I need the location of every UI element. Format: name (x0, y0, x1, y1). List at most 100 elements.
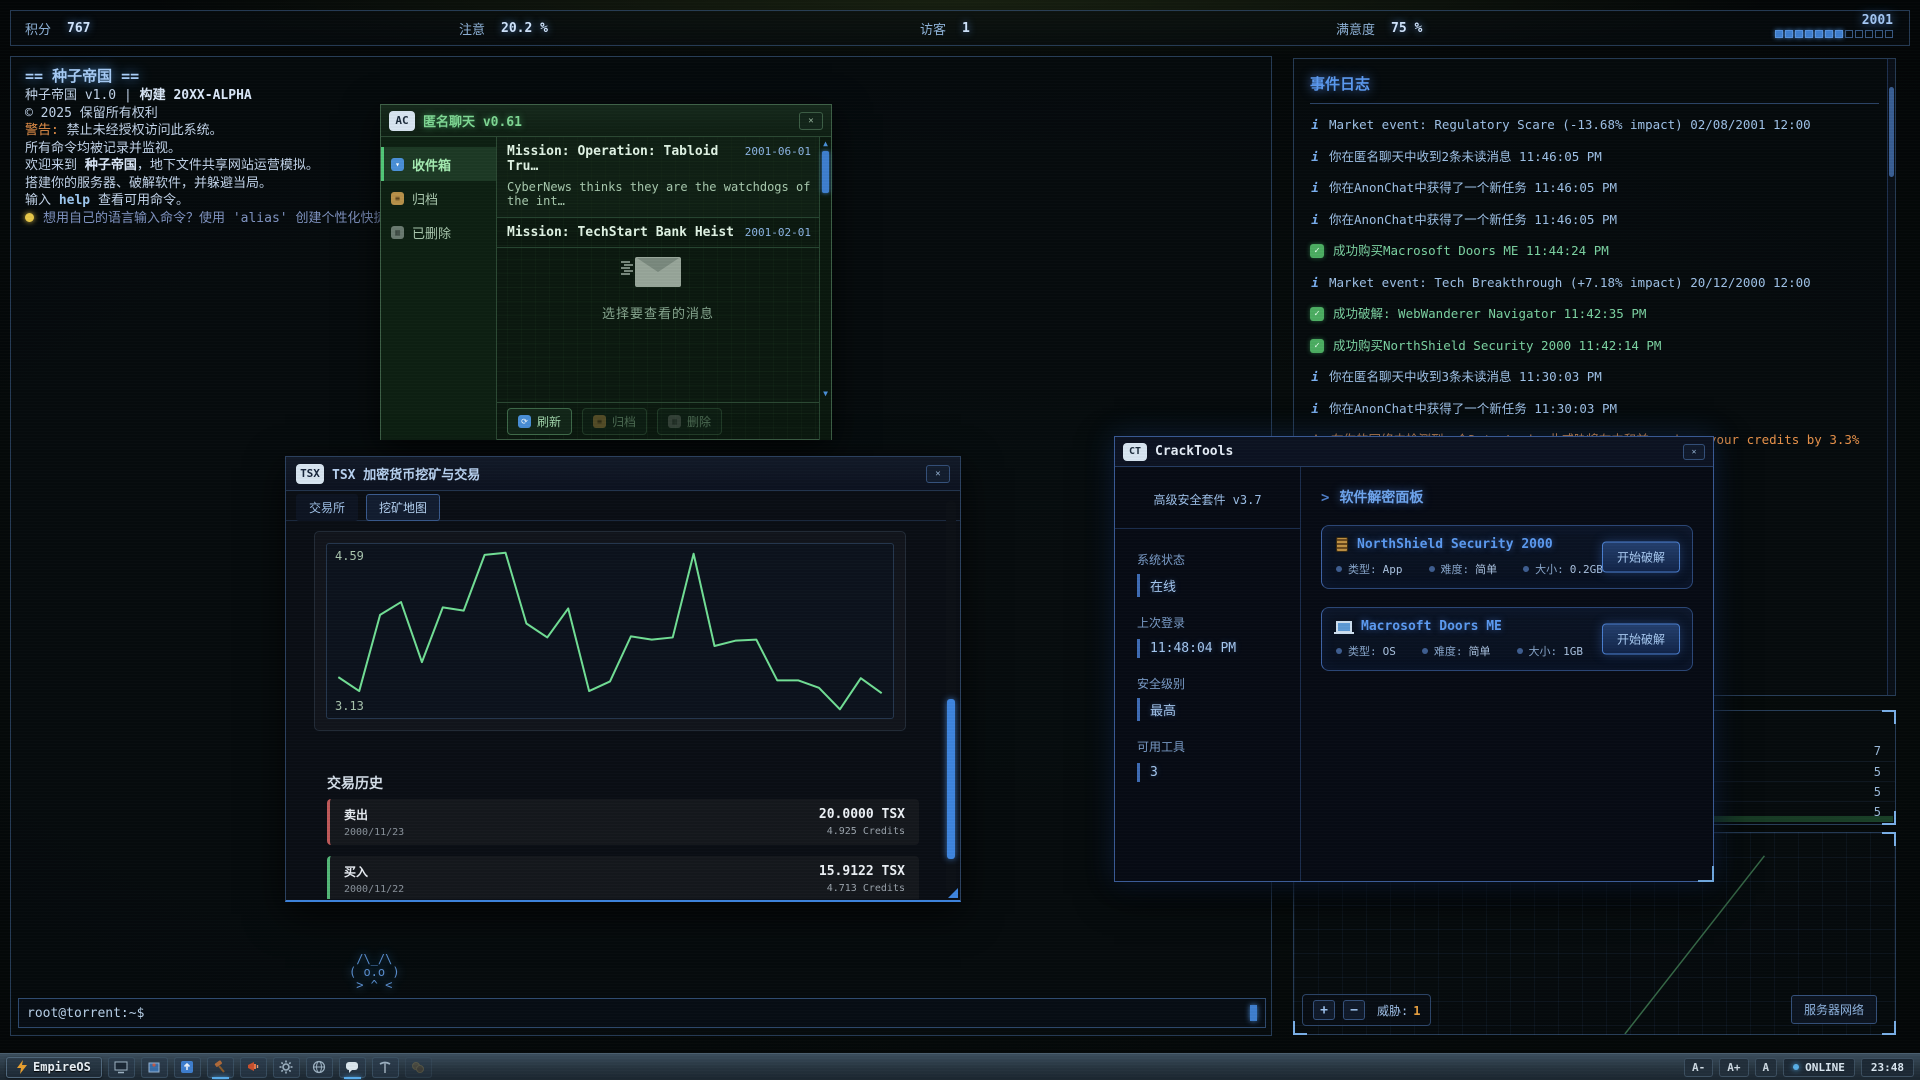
progress-block (1835, 30, 1843, 38)
scroll-down-icon[interactable]: ▼ (820, 389, 831, 398)
network-globe-icon[interactable] (306, 1057, 333, 1078)
archive-button[interactable]: ≡ 归档 (582, 408, 647, 435)
decrypt-panel: >软件解密面板 NorthShield Security 2000 类型:App… (1301, 467, 1713, 881)
close-icon[interactable]: ✕ (1683, 444, 1705, 460)
finance-coins-icon[interactable] (405, 1057, 432, 1078)
zoom-in-button[interactable]: + (1313, 1000, 1335, 1020)
progress-block (1815, 30, 1823, 38)
build-hammer-icon[interactable] (207, 1057, 234, 1078)
tsx-titlebar[interactable]: TSX TSX 加密货币挖矿与交易 ✕ (286, 457, 960, 491)
progress-block (1875, 30, 1883, 38)
store-monitor-icon[interactable] (108, 1057, 135, 1078)
log-entry-text: 成功购买NorthShield Security 2000 11:42:14 P… (1333, 338, 1661, 354)
game-title: == 种子帝国 == (25, 65, 412, 87)
progress-block (1855, 30, 1863, 38)
log-entry-text: 你在匿名聊天中收到2条未读消息 11:46:05 PM (1329, 149, 1602, 165)
cracktools-title: CrackTools (1155, 444, 1233, 459)
sidebar-item-deleted[interactable]: ▥ 已删除 (381, 215, 496, 249)
message-list-item[interactable]: Mission: Operation: Tabloid Tru… 2001-06… (497, 137, 831, 218)
anonchat-titlebar[interactable]: AC 匿名聊天 v0.61 ✕ (381, 105, 831, 137)
tsx-price-chart: 4.59 3.13 (326, 543, 894, 719)
scroll-thumb[interactable] (1889, 87, 1894, 177)
start-crack-button[interactable]: 开始破解 (1602, 624, 1680, 655)
network-zoom-controls: + − 威胁:1 (1302, 994, 1431, 1026)
stat-attention: 注意 20.2 % (459, 11, 548, 45)
clock: 23:48 (1861, 1058, 1914, 1077)
font-increase-button[interactable]: A+ (1719, 1058, 1748, 1077)
close-icon[interactable]: ✕ (799, 112, 823, 130)
log-entry-text: 成功购买Macrosoft Doors ME 11:44:24 PM (1333, 243, 1609, 259)
anonchat-window: AC 匿名聊天 v0.61 ✕ ▾ 收件箱 ≡ 归档 ▥ 已删除 Mission… (380, 104, 832, 440)
log-entry-text: Market event: Regulatory Scare (-13.68% … (1329, 117, 1811, 133)
start-crack-button[interactable]: 开始破解 (1602, 542, 1680, 573)
start-menu-button[interactable]: EmpireOS (6, 1057, 102, 1078)
price-line (327, 544, 893, 718)
tab-exchange[interactable]: 交易所 (296, 494, 358, 521)
anonchat-title: 匿名聊天 v0.61 (423, 111, 522, 130)
info-icon: i (1310, 275, 1320, 291)
cracktools-titlebar[interactable]: CT CrackTools ✕ (1115, 437, 1713, 467)
info-icon: i (1310, 117, 1320, 133)
zoom-out-button[interactable]: − (1343, 1000, 1365, 1020)
input-cursor-block (1250, 1005, 1257, 1021)
trade-row-sell[interactable]: 卖出 2000/11/23 20.0000 TSX 4.925 Credits (327, 799, 919, 845)
log-entry: i Market event: Regulatory Scare (-13.68%… (1310, 117, 1879, 133)
info-icon: i (1310, 212, 1320, 228)
scroll-up-icon[interactable]: ▲ (820, 139, 831, 148)
sidebar-item-inbox[interactable]: ▾ 收件箱 (381, 147, 496, 181)
mail-package-icon[interactable] (141, 1057, 168, 1078)
mining-pickaxe-icon[interactable] (372, 1057, 399, 1078)
year-progress-blocks (1775, 30, 1893, 38)
terminal-prompt: root@torrent:~$ (27, 1006, 144, 1021)
bullet-icon (1517, 648, 1523, 654)
settings-gear-icon[interactable] (273, 1057, 300, 1078)
progress-block (1795, 30, 1803, 38)
scroll-thumb[interactable] (947, 699, 955, 859)
chat-bubble-icon[interactable] (339, 1057, 366, 1078)
os-laptop-icon (1336, 621, 1352, 632)
cat-ascii-art: /\_/\ ( o.o ) > ^ < (349, 953, 400, 992)
anonchat-toolbar: ⟳ 刷新 ≡ 归档 ▥ 删除 (497, 402, 819, 440)
corner-bracket (1698, 866, 1714, 882)
tab-mining-map[interactable]: 挖矿地图 (366, 494, 440, 521)
welcome-line: 欢迎来到 种子帝国，地下文件共享网站运营模拟。 (25, 157, 412, 175)
terminal-input[interactable]: root@torrent:~$ (18, 998, 1266, 1028)
bullet-icon (1336, 566, 1342, 572)
log-entry: i你在AnonChat中获得了一个新任务 11:46:05 PM (1310, 212, 1879, 228)
upload-icon[interactable] (174, 1057, 201, 1078)
resize-handle[interactable] (948, 888, 958, 898)
close-icon[interactable]: ✕ (926, 465, 950, 483)
bullet-icon (1336, 648, 1342, 654)
trade-history-list: 卖出 2000/11/23 20.0000 TSX 4.925 Credits … (327, 799, 919, 899)
price-chart-card: 4.59 3.13 (314, 531, 906, 731)
log-entry-text: 成功破解: WebWanderer Navigator 11:42:35 PM (1333, 306, 1646, 322)
message-list-item[interactable]: Mission: TechStart Bank Heist 2001-02-01 (497, 218, 831, 248)
stat-visitors: 访客 1 (920, 11, 970, 45)
cracktools-window: CT CrackTools ✕ 高级安全套件 v3.7 系统状态 在线 上次登录… (1114, 436, 1714, 882)
marketing-megaphone-icon[interactable] (240, 1057, 267, 1078)
sidebar-item-archive[interactable]: ≡ 归档 (381, 181, 496, 215)
event-log-scrollbar[interactable] (1887, 59, 1895, 695)
crack-target-card: Macrosoft Doors ME 类型:OS 难度:简单 大小:1GB 开始… (1321, 607, 1693, 671)
inbox-icon: ▾ (391, 158, 404, 171)
font-reset-button[interactable]: A (1755, 1058, 1778, 1077)
tsx-content: 4.59 3.13 交易历史 卖出 2000/11/23 20.0000 TSX… (286, 521, 960, 899)
check-icon: ✓ (1310, 339, 1324, 353)
log-entry: i你在AnonChat中获得了一个新任务 11:30:03 PM (1310, 401, 1879, 417)
log-entry-text: Market event: Tech Breakthrough (+7.18% … (1329, 275, 1811, 291)
message-list-scrollbar[interactable]: ▲ ▼ (819, 137, 831, 440)
event-log-title: 事件日志 (1310, 73, 1879, 104)
available-tools-section: 可用工具 3 (1115, 738, 1300, 782)
info-icon: i (1310, 180, 1320, 196)
server-network-button[interactable]: 服务器网络 (1791, 995, 1877, 1024)
corner-bracket (1882, 710, 1896, 724)
check-icon: ✓ (1310, 244, 1324, 258)
delete-button[interactable]: ▥ 删除 (657, 408, 722, 435)
tsx-trading-window: TSX TSX 加密货币挖矿与交易 ✕ 交易所 挖矿地图 4.59 3.13 交… (285, 456, 961, 902)
font-decrease-button[interactable]: A- (1684, 1058, 1713, 1077)
log-entry-text: 你在AnonChat中获得了一个新任务 11:46:05 PM (1329, 180, 1617, 196)
trade-row-buy[interactable]: 买入 2000/11/22 15.9122 TSX 4.713 Credits (327, 856, 919, 899)
refresh-button[interactable]: ⟳ 刷新 (507, 408, 572, 435)
stat-credits: 积分 767 (25, 11, 91, 45)
scroll-thumb[interactable] (822, 151, 829, 193)
